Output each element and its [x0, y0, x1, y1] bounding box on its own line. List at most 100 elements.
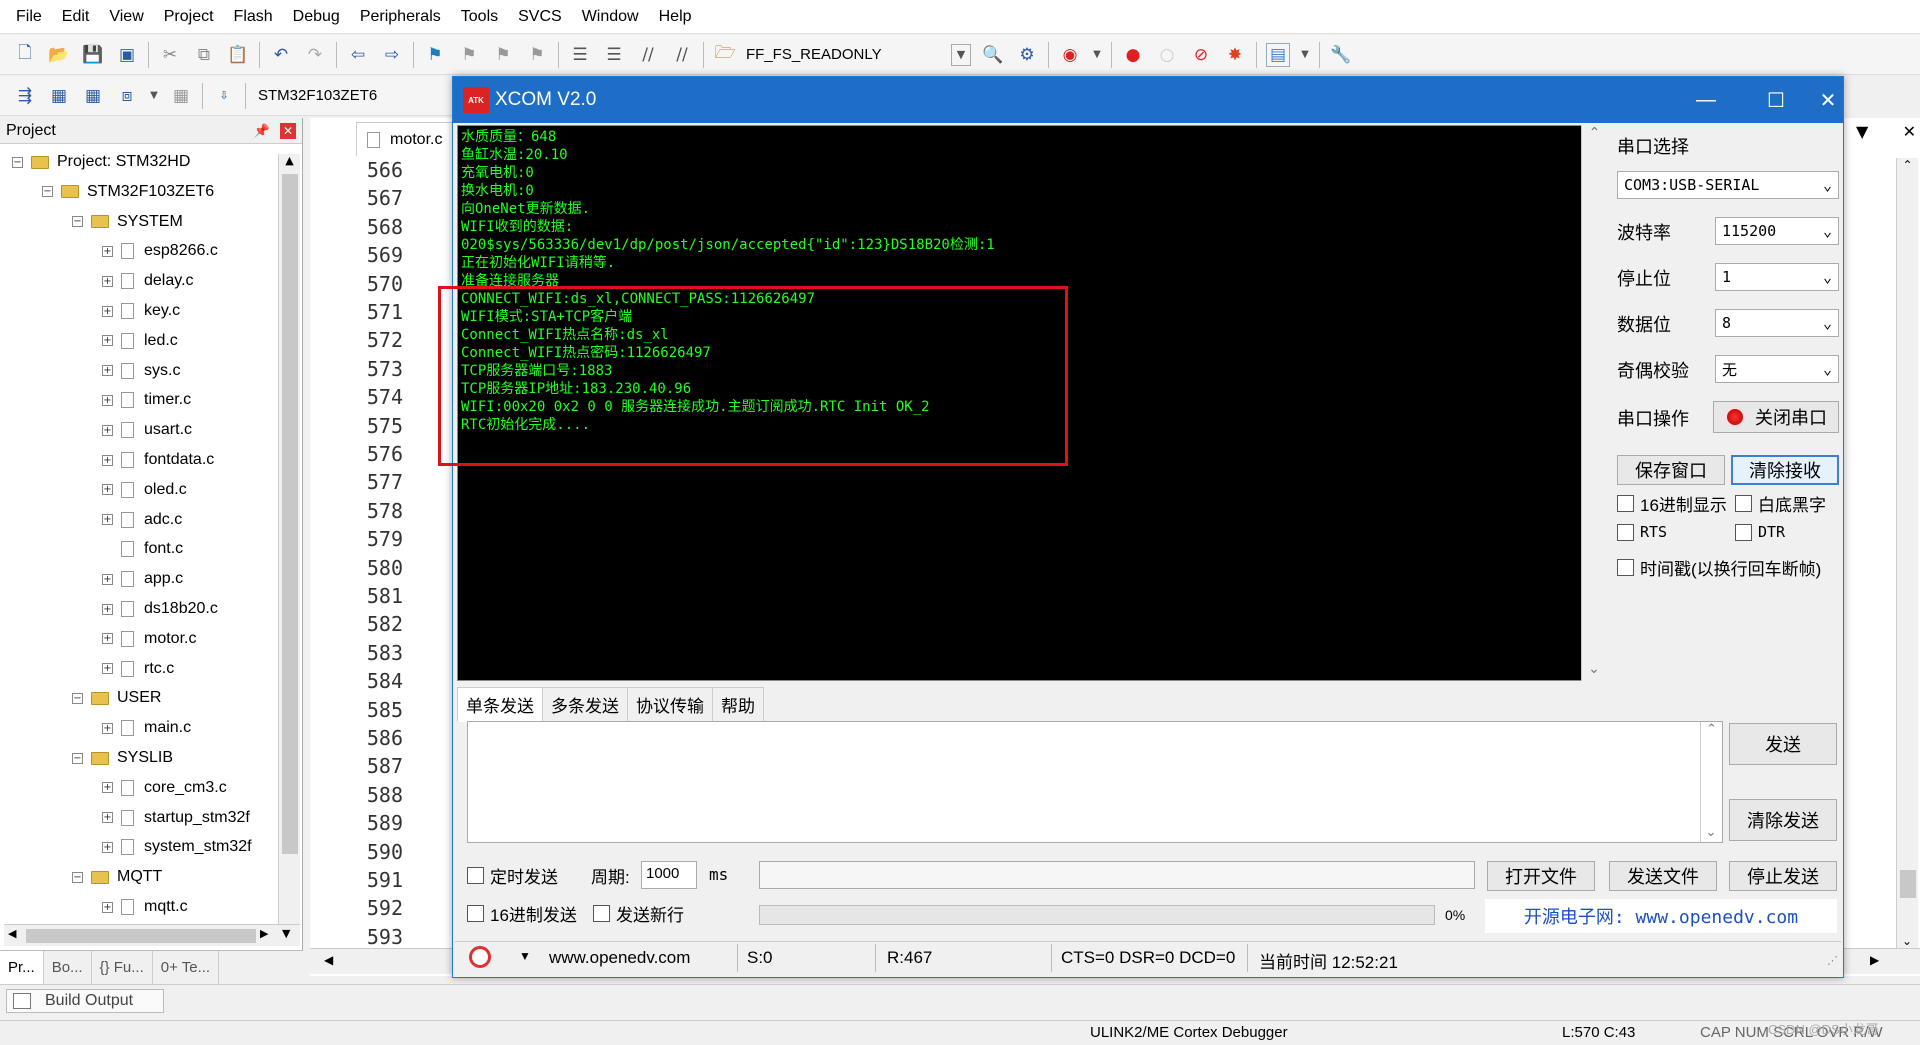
hex-display-checkbox[interactable]: 16进制显示: [1617, 491, 1727, 516]
tree-file[interactable]: + rtc.c: [102, 655, 174, 683]
undo-icon[interactable]: ↶: [269, 43, 293, 67]
save-all-icon[interactable]: ▣: [115, 43, 139, 67]
bookmark-prev-icon[interactable]: ⚑: [457, 43, 481, 67]
download-load-icon[interactable]: ⇩: [212, 84, 236, 108]
tree-project-root[interactable]: − Project: STM32HD: [12, 148, 190, 176]
send-button[interactable]: 发送: [1729, 723, 1837, 765]
collapse-icon[interactable]: −: [72, 216, 83, 228]
send-scrollbar[interactable]: ⌃ ⌄: [1700, 722, 1722, 842]
scroll-left-icon[interactable]: ◀: [324, 953, 333, 967]
rebuild-icon[interactable]: ▦: [81, 84, 105, 108]
expand-icon[interactable]: +: [102, 394, 113, 406]
tab-functions[interactable]: {} Fu...: [92, 951, 153, 984]
find-icon[interactable]: 🔍: [981, 43, 1005, 67]
collapse-icon[interactable]: −: [42, 186, 53, 198]
scroll-down-icon[interactable]: ⌄: [1701, 825, 1721, 840]
batch-build-icon[interactable]: ⧈: [115, 84, 139, 108]
white-black-checkbox[interactable]: 白底黑字: [1735, 491, 1826, 516]
scroll-thumb[interactable]: [282, 174, 298, 854]
tree-file[interactable]: + core_cm3.c: [102, 774, 227, 802]
stop-send-button[interactable]: 停止发送: [1729, 861, 1837, 891]
clear-receive-button[interactable]: 清除接收: [1731, 455, 1839, 485]
define-combo-text[interactable]: FF_FS_READONLY: [746, 46, 946, 63]
collapse-icon[interactable]: −: [72, 752, 83, 764]
tree-file[interactable]: + led.c: [102, 327, 178, 355]
scroll-down-icon[interactable]: ⌄: [1582, 661, 1606, 677]
clear-send-button[interactable]: 清除发送: [1729, 799, 1837, 841]
send-newline-checkbox[interactable]: 发送新行: [593, 901, 684, 926]
scroll-thumb[interactable]: [1900, 870, 1916, 898]
tree-file[interactable]: + ds18b20.c: [102, 595, 218, 623]
window-layout-icon[interactable]: ▤: [1266, 42, 1290, 67]
tree-file[interactable]: + app.c: [102, 565, 183, 593]
tab-single-send[interactable]: 单条发送: [457, 687, 543, 722]
unindent-icon[interactable]: ☰: [602, 43, 626, 67]
nav-back-icon[interactable]: ⇦: [346, 43, 370, 67]
tree-group[interactable]: − SYSTEM: [72, 208, 183, 236]
open-file-button[interactable]: 打开文件: [1487, 861, 1595, 891]
tree-target[interactable]: − STM32F103ZET6: [42, 178, 214, 206]
tab-multi-send[interactable]: 多条发送: [542, 687, 628, 722]
xcom-titlebar[interactable]: ATK XCOM V2.0 — ☐ ✕: [453, 77, 1843, 123]
translate-icon[interactable]: ⇶: [13, 84, 37, 108]
menu-debug[interactable]: Debug: [283, 8, 350, 26]
tree-file[interactable]: + motor.c: [102, 625, 196, 653]
expand-icon[interactable]: +: [102, 305, 113, 317]
expand-icon[interactable]: +: [102, 841, 113, 853]
tree-file[interactable]: + key.c: [102, 297, 180, 325]
scroll-up-icon[interactable]: ⌃: [1897, 158, 1918, 172]
save-icon[interactable]: 💾: [81, 43, 105, 67]
stop-build-icon[interactable]: ▦: [169, 84, 193, 108]
status-url[interactable]: www.openedv.com: [549, 948, 690, 968]
bookmark-next-icon[interactable]: ⚑: [491, 43, 515, 67]
tree-file[interactable]: + delay.c: [102, 267, 194, 295]
pin-icon[interactable]: 📌: [254, 123, 270, 139]
tree-file[interactable]: + main.c: [102, 714, 191, 742]
menu-edit[interactable]: Edit: [52, 8, 100, 26]
configure-wrench-icon[interactable]: 🔧: [1329, 43, 1353, 67]
paste-icon[interactable]: 📋: [226, 43, 250, 67]
tree-group[interactable]: − USER: [72, 684, 161, 712]
expand-icon[interactable]: +: [102, 901, 113, 913]
baud-select[interactable]: 115200 ⌄: [1715, 217, 1839, 245]
cut-icon[interactable]: ✂: [158, 43, 182, 67]
tab-books[interactable]: Bo...: [44, 951, 92, 984]
tree-file[interactable]: font.c: [102, 535, 183, 563]
chevron-down-icon[interactable]: ▼: [149, 84, 159, 108]
file-path-field[interactable]: [759, 861, 1475, 889]
expand-icon[interactable]: +: [102, 335, 113, 347]
nav-forward-icon[interactable]: ⇨: [380, 43, 404, 67]
chevron-down-icon[interactable]: ▼: [1856, 122, 1868, 141]
scroll-right-icon[interactable]: ▶: [1870, 953, 1879, 967]
maximize-icon[interactable]: ☐: [1741, 77, 1811, 123]
openedv-banner[interactable]: 开源电子网: www.openedv.com: [1485, 899, 1837, 933]
tree-file[interactable]: + fontdata.c: [102, 446, 214, 474]
scroll-up-icon[interactable]: ▲: [279, 154, 300, 167]
tree-group[interactable]: − MQTT: [72, 863, 162, 891]
tree-file[interactable]: + system_stm32f: [102, 833, 252, 861]
chevron-down-icon[interactable]: ▼: [519, 949, 531, 963]
tree-group[interactable]: − SYSLIB: [72, 744, 173, 772]
bookmark-icon[interactable]: ⚑: [423, 43, 447, 67]
close-icon[interactable]: ✕: [1811, 77, 1845, 123]
tab-help[interactable]: 帮助: [712, 687, 764, 722]
uncomment-icon[interactable]: //: [670, 43, 694, 67]
receive-scrollbar[interactable]: ⌃ ⌄: [1581, 125, 1607, 681]
collapse-icon[interactable]: −: [12, 156, 23, 168]
editor-vscrollbar[interactable]: ⌃ ⌄: [1896, 158, 1918, 948]
timestamp-checkbox[interactable]: 时间戳(以换行回车断帧): [1617, 555, 1821, 580]
breakpoints-kill-all-icon[interactable]: ✸: [1223, 43, 1247, 67]
data-bits-select[interactable]: 8 ⌄: [1715, 309, 1839, 337]
tree-hscrollbar[interactable]: ◀ ▶ ▼: [4, 924, 300, 946]
timed-send-checkbox[interactable]: 定时发送: [467, 863, 558, 888]
comment-icon[interactable]: //: [636, 43, 660, 67]
parity-select[interactable]: 无 ⌄: [1715, 355, 1839, 383]
find-in-files-icon[interactable]: 🗁: [713, 43, 737, 67]
expand-icon[interactable]: +: [102, 275, 113, 287]
chevron-down-icon[interactable]: ▼: [951, 43, 971, 66]
scroll-up-icon[interactable]: ⌃: [1582, 125, 1607, 141]
tree-file[interactable]: + oled.c: [102, 476, 187, 504]
menu-flash[interactable]: Flash: [224, 8, 283, 26]
build-output-tab[interactable]: Build Output: [6, 989, 165, 1013]
breakpoint-disable-icon[interactable]: ○: [1155, 43, 1179, 67]
